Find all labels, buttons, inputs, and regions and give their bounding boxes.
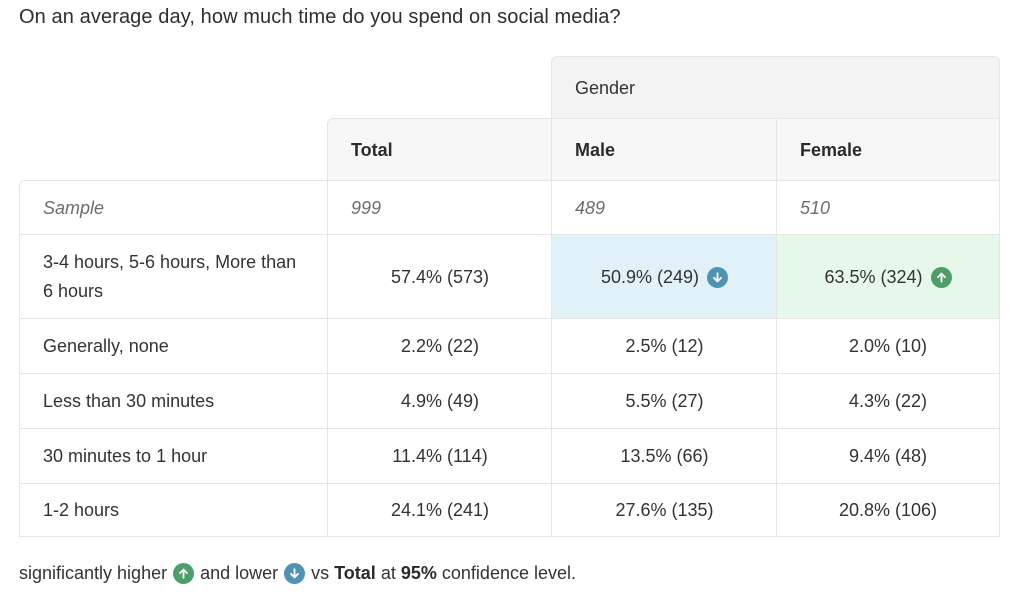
table-cell-female: 20.8% (106): [776, 483, 1000, 537]
table-cell-total: 4.9% (49): [327, 373, 552, 429]
legend-text-at: at: [380, 563, 396, 583]
sample-label: Sample: [19, 180, 328, 235]
legend-total: Total: [334, 563, 376, 583]
row-label: 3-4 hours, 5-6 hours, More than 6 hours: [19, 234, 328, 319]
column-header-female: Female: [776, 118, 1000, 181]
table-cell-male: 13.5% (66): [551, 428, 777, 484]
row-label: Generally, none: [19, 318, 328, 374]
table-cell-total: 57.4% (573): [327, 234, 552, 319]
table-cell-female: 9.4% (48): [776, 428, 1000, 484]
group-header-gender: Gender: [551, 56, 1000, 119]
cell-value: 57.4% (573): [390, 266, 490, 287]
column-header-total: Total: [327, 118, 552, 181]
table-cell-total: 11.4% (114): [327, 428, 552, 484]
column-header-male: Male: [551, 118, 777, 181]
table-cell-male: 27.6% (135): [551, 483, 777, 537]
table-cell-total: 24.1% (241): [327, 483, 552, 537]
sample-male: 489: [551, 180, 777, 235]
question-title: On an average day, how much time do you …: [19, 6, 621, 28]
table-cell-total: 2.2% (22): [327, 318, 552, 374]
arrow-up-circle-icon: [930, 266, 952, 288]
table-cell-male: 5.5% (27): [551, 373, 777, 429]
table-cell-male: 50.9% (249): [551, 234, 777, 319]
table-cell-female: 63.5% (324): [776, 234, 1000, 319]
arrow-down-circle-icon: [707, 266, 729, 288]
row-label: 30 minutes to 1 hour: [19, 428, 328, 484]
arrow-up-circle-icon: [173, 563, 195, 584]
table-cell-female: 4.3% (22): [776, 373, 1000, 429]
row-label: Less than 30 minutes: [19, 373, 328, 429]
legend-text-vs: vs: [311, 563, 330, 583]
sample-total: 999: [327, 180, 552, 235]
significance-legend: significantly higher and lower vs Total …: [19, 563, 576, 584]
arrow-down-circle-icon: [284, 563, 306, 584]
sample-female: 510: [776, 180, 1000, 235]
cell-value: 63.5% (324): [824, 266, 923, 287]
table-cell-male: 2.5% (12): [551, 318, 777, 374]
legend-confidence: 95%: [400, 563, 437, 583]
legend-text-confidence: confidence level.: [441, 563, 576, 583]
table-cell-female: 2.0% (10): [776, 318, 1000, 374]
legend-text-lower: and lower: [200, 563, 279, 583]
legend-text-higher: significantly higher: [19, 563, 168, 583]
row-label: 1-2 hours: [19, 483, 328, 537]
cell-value: 50.9% (249): [600, 266, 700, 287]
